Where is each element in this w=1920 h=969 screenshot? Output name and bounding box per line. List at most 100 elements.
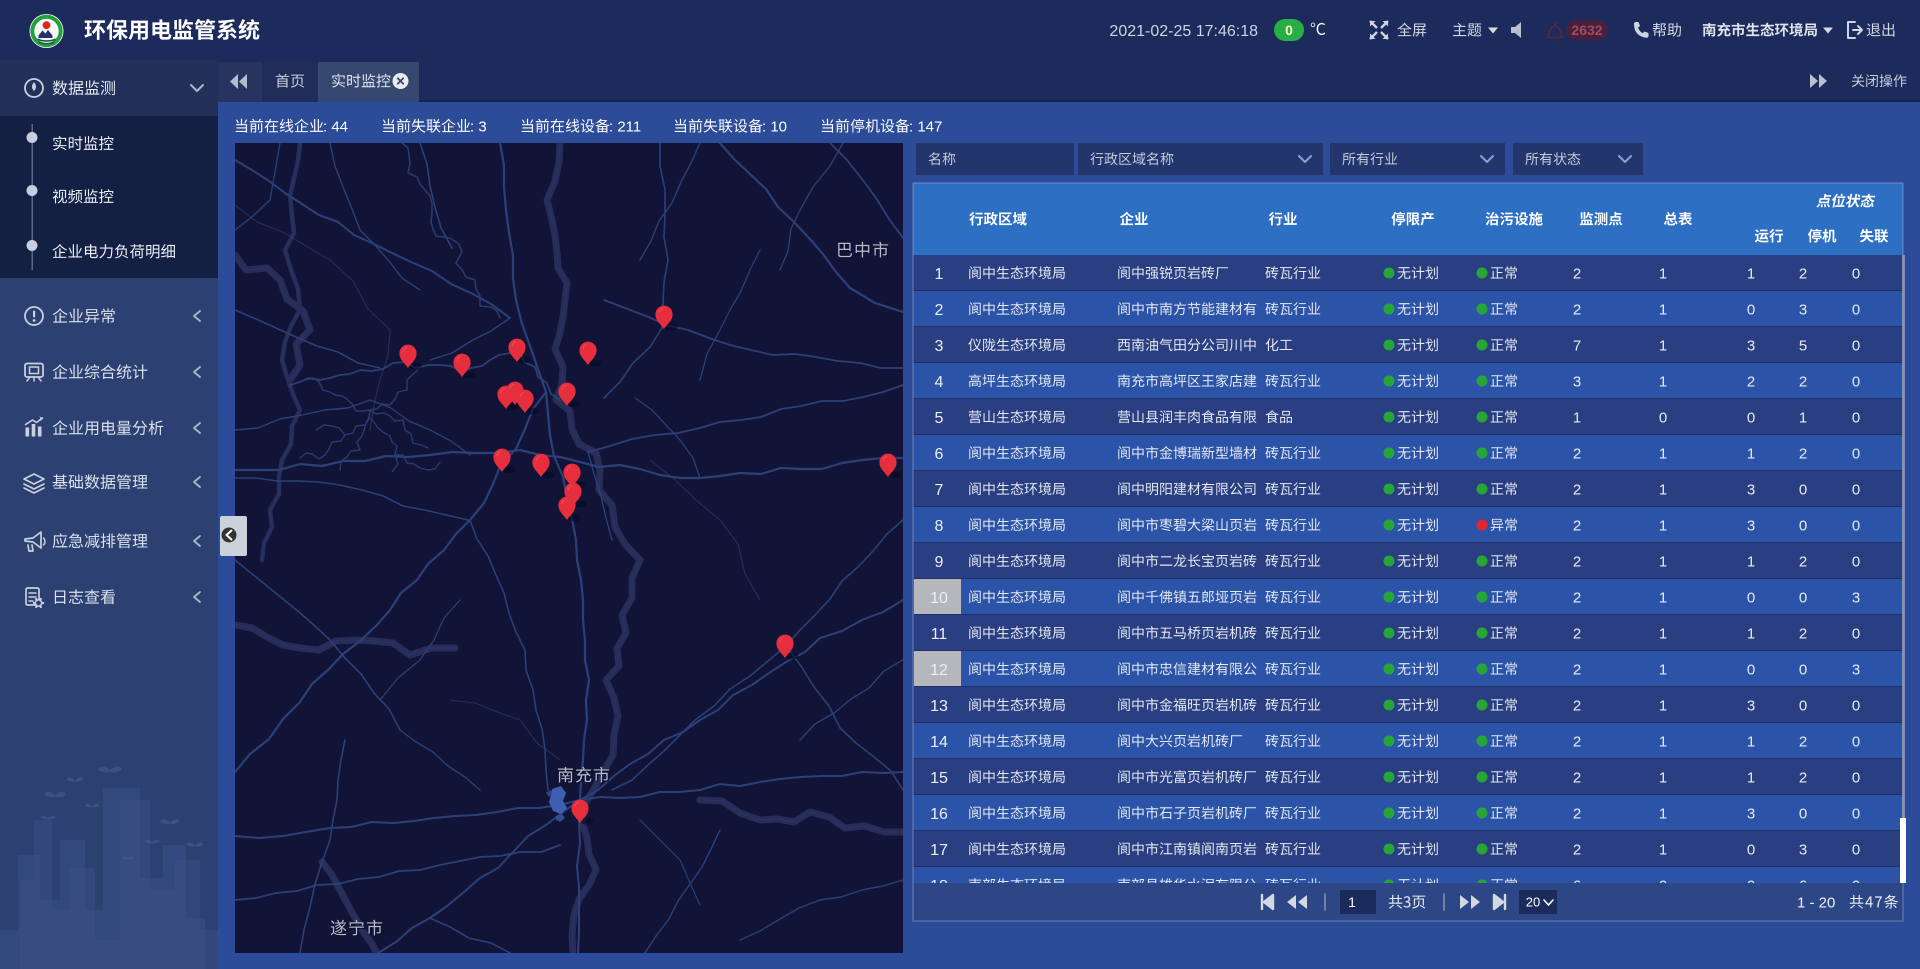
svg-text:0: 0: [1852, 769, 1860, 786]
svg-text:1: 1: [1659, 625, 1667, 642]
svg-text:0: 0: [1747, 589, 1755, 606]
svg-text:1: 1: [1747, 553, 1755, 570]
svg-text:0: 0: [1852, 265, 1860, 282]
svg-text:2: 2: [1747, 373, 1755, 390]
svg-text:2: 2: [1573, 733, 1581, 750]
svg-text:1: 1: [1659, 733, 1667, 750]
svg-text:0: 0: [1799, 661, 1807, 678]
svg-text:1: 1: [1659, 517, 1667, 534]
svg-text:1: 1: [1747, 769, 1755, 786]
svg-text:0: 0: [1659, 409, 1667, 426]
svg-text:1: 1: [1348, 894, 1356, 910]
svg-text:20: 20: [1526, 895, 1540, 910]
svg-text:1: 1: [1659, 769, 1667, 786]
svg-text:2632: 2632: [1571, 22, 1602, 38]
svg-text:1: 1: [1659, 661, 1667, 678]
svg-text:1: 1: [1659, 697, 1667, 714]
svg-text:1: 1: [1747, 265, 1755, 282]
svg-text:2: 2: [1573, 265, 1581, 282]
svg-text:2: 2: [1573, 445, 1581, 462]
svg-text:3: 3: [935, 338, 944, 355]
svg-text:9: 9: [935, 554, 944, 571]
svg-text:2: 2: [1573, 625, 1581, 642]
svg-text:0: 0: [1747, 409, 1755, 426]
svg-text:3: 3: [1747, 481, 1755, 498]
svg-text:14: 14: [930, 734, 948, 751]
svg-text:0: 0: [1799, 517, 1807, 534]
svg-text:6: 6: [935, 446, 944, 463]
svg-text:2: 2: [1573, 805, 1581, 822]
svg-text:0: 0: [1852, 445, 1860, 462]
svg-text:16: 16: [930, 806, 948, 823]
svg-text:0: 0: [1285, 22, 1293, 38]
svg-text:3: 3: [1747, 337, 1755, 354]
svg-text:1: 1: [1659, 841, 1667, 858]
svg-text:8: 8: [935, 518, 944, 535]
svg-text:5: 5: [935, 410, 944, 427]
svg-text:1 - 20: 1 - 20: [1797, 894, 1835, 911]
svg-text:15: 15: [930, 770, 948, 787]
svg-text:12: 12: [930, 662, 948, 679]
svg-text:2: 2: [1573, 589, 1581, 606]
svg-text:1: 1: [1659, 301, 1667, 318]
svg-text:1: 1: [1659, 805, 1667, 822]
svg-text:0: 0: [1799, 589, 1807, 606]
svg-text:: 211: : 211: [609, 118, 641, 135]
svg-text:7: 7: [1573, 337, 1581, 354]
svg-text:0: 0: [1852, 301, 1860, 318]
svg-text:2: 2: [1573, 697, 1581, 714]
svg-text:3: 3: [1573, 373, 1581, 390]
svg-text:0: 0: [1852, 481, 1860, 498]
svg-text:0: 0: [1747, 841, 1755, 858]
svg-text:0: 0: [1852, 373, 1860, 390]
svg-text:1: 1: [1573, 409, 1581, 426]
svg-text:2: 2: [1573, 769, 1581, 786]
svg-text:2: 2: [1799, 733, 1807, 750]
svg-text:1: 1: [1747, 733, 1755, 750]
svg-text:4: 4: [935, 374, 944, 391]
svg-text:2: 2: [1799, 625, 1807, 642]
svg-text:0: 0: [1852, 841, 1860, 858]
svg-text:2: 2: [1573, 301, 1581, 318]
svg-text:1: 1: [1747, 445, 1755, 462]
svg-text:2: 2: [1799, 553, 1807, 570]
svg-text:2: 2: [1799, 373, 1807, 390]
svg-text:: 10: : 10: [762, 118, 787, 135]
svg-text:0: 0: [1799, 481, 1807, 498]
svg-text:1: 1: [935, 266, 944, 283]
svg-text:3: 3: [1799, 301, 1807, 318]
svg-text:1: 1: [1659, 337, 1667, 354]
svg-text:2: 2: [1799, 265, 1807, 282]
svg-text:2: 2: [935, 302, 944, 319]
svg-text:2021-02-25 17:46:18: 2021-02-25 17:46:18: [1109, 23, 1258, 40]
svg-text:0: 0: [1852, 517, 1860, 534]
svg-text:0: 0: [1747, 301, 1755, 318]
svg-text:: 3: : 3: [470, 118, 487, 135]
svg-text:: 147: : 147: [909, 118, 942, 135]
svg-text:11: 11: [931, 626, 948, 643]
svg-text:0: 0: [1852, 553, 1860, 570]
svg-text:2: 2: [1573, 841, 1581, 858]
svg-text:17: 17: [930, 842, 948, 859]
svg-text:: 44: : 44: [323, 118, 348, 135]
svg-text:2: 2: [1573, 661, 1581, 678]
svg-text:2: 2: [1573, 553, 1581, 570]
svg-text:0: 0: [1852, 697, 1860, 714]
svg-text:3: 3: [1852, 589, 1860, 606]
svg-text:3: 3: [1747, 805, 1755, 822]
svg-text:5: 5: [1799, 337, 1807, 354]
svg-text:2: 2: [1799, 445, 1807, 462]
svg-text:1: 1: [1659, 553, 1667, 570]
svg-text:2: 2: [1573, 481, 1581, 498]
svg-text:0: 0: [1852, 625, 1860, 642]
svg-text:3: 3: [1747, 517, 1755, 534]
svg-text:3: 3: [1747, 697, 1755, 714]
svg-text:13: 13: [930, 698, 948, 715]
svg-text:0: 0: [1799, 697, 1807, 714]
svg-text:0: 0: [1852, 805, 1860, 822]
svg-text:1: 1: [1659, 481, 1667, 498]
svg-text:0: 0: [1852, 733, 1860, 750]
svg-text:2: 2: [1799, 769, 1807, 786]
svg-text:10: 10: [930, 590, 948, 607]
svg-text:1: 1: [1659, 373, 1667, 390]
